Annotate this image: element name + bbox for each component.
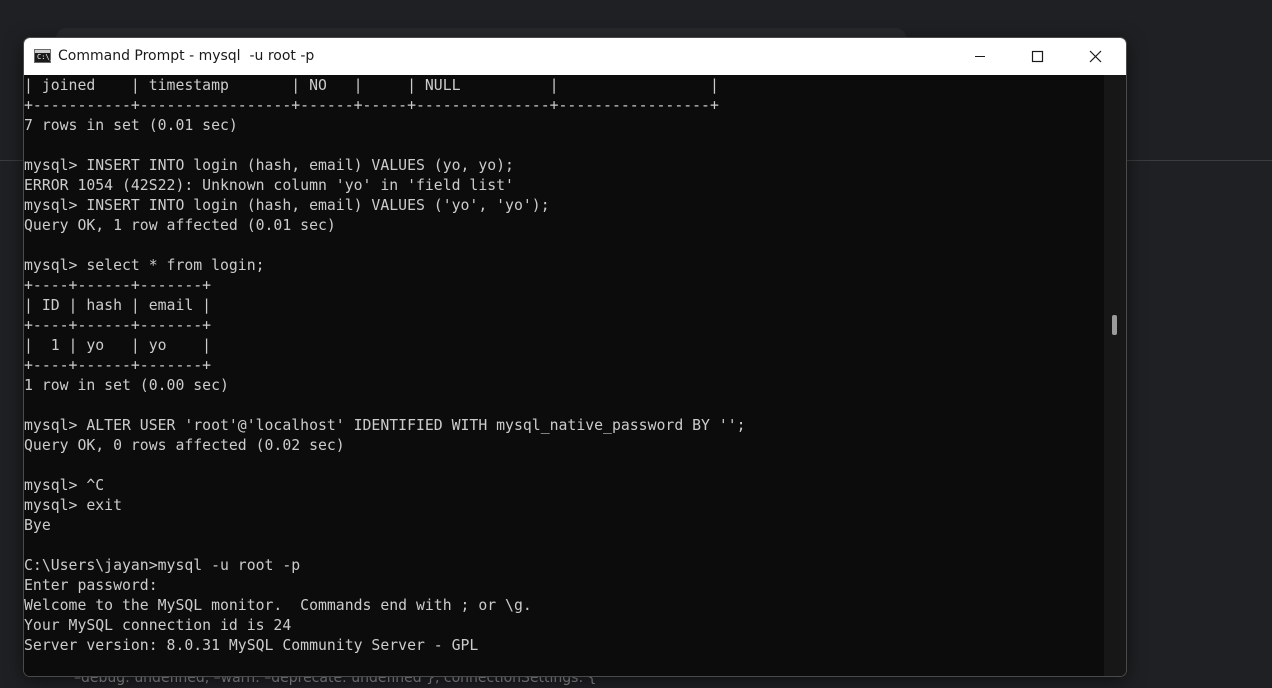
close-button[interactable] <box>1067 38 1125 75</box>
console-line: Query OK, 0 rows affected (0.02 sec) <box>24 437 345 454</box>
console-line: Server version: 8.0.31 MySQL Community S… <box>24 637 479 654</box>
console-line: | 1 | yo | yo | <box>24 337 212 354</box>
console-line: Query OK, 1 row affected (0.01 sec) <box>24 217 336 234</box>
command-prompt-icon[interactable]: C:\_ <box>34 49 54 63</box>
title-bar[interactable]: C:\_ Command Prompt - mysql -u root -p <box>24 38 1126 75</box>
console-line: +----+------+-------+ <box>24 357 212 374</box>
console-line: mysql> INSERT INTO login (hash, email) V… <box>24 197 550 214</box>
console-line: | joined | timestamp | NO | | NULL | | <box>24 77 719 94</box>
console-line: mysql> select * from login; <box>24 257 265 274</box>
desktop-background: –debug: undefined, –warn: –deprecate: un… <box>0 0 1272 688</box>
console-line: mysql> INSERT INTO login (hash, email) V… <box>24 157 514 174</box>
console-line: mysql> ^C <box>24 477 105 494</box>
console-line: +----+------+-------+ <box>24 317 212 334</box>
console-output-area[interactable]: | joined | timestamp | NO | | NULL | | +-… <box>24 75 1104 676</box>
console-line: +-----------+-----------------+------+--… <box>24 97 719 114</box>
scrollbar-thumb[interactable] <box>1112 315 1117 335</box>
maximize-icon <box>1031 50 1044 63</box>
console-line: +----+------+-------+ <box>24 277 212 294</box>
console-line: 1 row in set (0.00 sec) <box>24 377 229 394</box>
minimize-icon <box>975 56 985 57</box>
console-line: ERROR 1054 (42S22): Unknown column 'yo' … <box>24 177 514 194</box>
console-line: C:\Users\jayan>mysql -u root -p <box>24 557 301 574</box>
console-line: | ID | hash | email | <box>24 297 212 314</box>
command-prompt-window[interactable]: C:\_ Command Prompt - mysql -u root -p |… <box>23 37 1127 677</box>
console-line: Your MySQL connection id is 24 <box>24 617 292 634</box>
minimize-button[interactable] <box>951 38 1009 75</box>
console-line: Bye <box>24 517 51 534</box>
console-line: mysql> ALTER USER 'root'@'localhost' IDE… <box>24 417 746 434</box>
command-prompt-icon-label: C:\_ <box>37 53 54 61</box>
close-icon <box>1089 50 1102 63</box>
console-line: 7 rows in set (0.01 sec) <box>24 117 238 134</box>
console-text: | joined | timestamp | NO | | NULL | | +-… <box>24 76 746 656</box>
console-line: mysql> exit <box>24 497 122 514</box>
console-line: Welcome to the MySQL monitor. Commands e… <box>24 597 532 614</box>
console-line: Enter password: <box>24 577 158 594</box>
vertical-scrollbar[interactable] <box>1104 75 1126 676</box>
window-title: Command Prompt - mysql -u root -p <box>58 48 315 64</box>
maximize-button[interactable] <box>1009 38 1067 75</box>
